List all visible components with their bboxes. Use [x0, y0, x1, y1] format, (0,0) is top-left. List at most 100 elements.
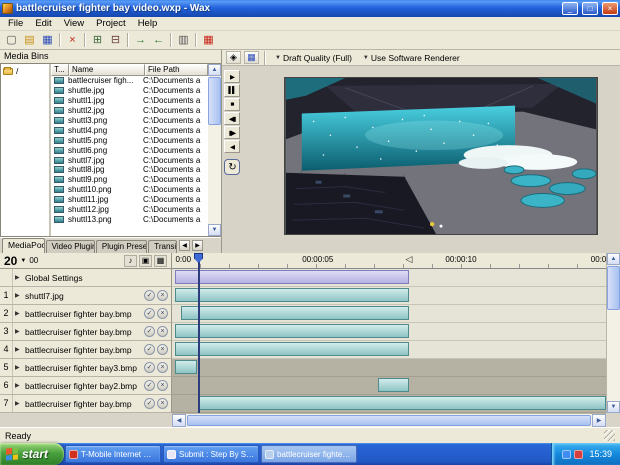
audio-icon[interactable]: ♪ — [124, 255, 137, 267]
scroll-right-icon[interactable]: ▶ — [592, 414, 606, 427]
track-lane[interactable] — [172, 323, 606, 341]
list-item[interactable]: shuttl3.pngC:\Documents a — [51, 116, 208, 126]
chevron-down-icon[interactable]: ▼ — [20, 258, 26, 264]
list-item[interactable]: shuttl8.jpgC:\Documents a — [51, 165, 208, 175]
list-item[interactable]: shuttl13.pngC:\Documents a — [51, 214, 208, 224]
list-item[interactable]: battlecruiser figh...C:\Documents a — [51, 76, 208, 86]
expand-arrow-icon[interactable]: ▶ — [15, 274, 23, 281]
list-item[interactable]: shuttle.jpgC:\Documents a — [51, 86, 208, 96]
track-enable-icon[interactable]: ✓ — [144, 290, 155, 301]
track-enable-icon[interactable]: ✓ — [144, 398, 155, 409]
taskbar-task[interactable]: T-Mobile Internet Ma... — [65, 445, 161, 463]
taskbar-task[interactable]: battlecruiser fighter b... — [261, 445, 357, 463]
track-lane[interactable] — [172, 341, 606, 359]
open-button[interactable]: ▤ — [21, 32, 38, 48]
tab-plugin-presets[interactable]: Plugin Presets — [96, 240, 147, 253]
track-header[interactable]: 4▶battlecruiser fighter bay.bmp✓× — [0, 341, 172, 359]
timeline-clip[interactable] — [181, 306, 409, 320]
column-header[interactable]: Name — [69, 64, 145, 76]
timeline-marker-icon[interactable]: ◁ — [405, 254, 412, 265]
track-enable-icon[interactable]: ✓ — [144, 362, 155, 373]
scrollbar-thumb[interactable] — [187, 415, 591, 426]
tab-scroll-right-icon[interactable]: ▶ — [192, 240, 203, 251]
expand-arrow-icon[interactable]: ▶ — [15, 346, 23, 353]
play-reverse-button[interactable]: ◀ — [224, 140, 240, 153]
menu-item-help[interactable]: Help — [132, 18, 164, 29]
track-delete-icon[interactable]: × — [157, 362, 168, 373]
expand-arrow-icon[interactable]: ▶ — [15, 292, 23, 299]
list-item[interactable]: shuttl12.jpgC:\Documents a — [51, 205, 208, 215]
track-delete-icon[interactable]: × — [157, 398, 168, 409]
scroll-down-icon[interactable]: ▼ — [208, 224, 221, 236]
remove-media-button[interactable]: ⊟ — [107, 32, 124, 48]
track-delete-icon[interactable]: × — [157, 308, 168, 319]
loop-button[interactable]: ↻ — [224, 159, 240, 175]
tab-video-plugins[interactable]: Video Plugins — [46, 240, 95, 253]
timeline-clip[interactable] — [198, 396, 606, 410]
pause-button[interactable]: ▌▌ — [224, 84, 240, 97]
timeline-clip[interactable] — [175, 324, 408, 338]
timeline-clip[interactable] — [175, 360, 197, 374]
playhead-line[interactable] — [198, 261, 200, 413]
scroll-down-icon[interactable]: ▼ — [607, 401, 620, 413]
scroll-up-icon[interactable]: ▲ — [208, 64, 221, 76]
track-enable-icon[interactable]: ✓ — [144, 326, 155, 337]
track-header[interactable]: 5▶battlecruiser fighter bay3.bmp✓× — [0, 359, 172, 377]
renderer-dropdown[interactable]: ▼ Use Software Renderer — [359, 53, 464, 63]
next-frame-button[interactable]: ▮▶ — [224, 126, 240, 139]
column-header[interactable]: T... — [51, 64, 69, 76]
save-frame-icon[interactable]: ▦ — [244, 51, 259, 64]
track-lane[interactable] — [172, 269, 606, 287]
menu-item-view[interactable]: View — [58, 18, 90, 29]
expand-arrow-icon[interactable]: ▶ — [15, 400, 23, 407]
quality-dropdown[interactable]: ▼ Draft Quality (Full) — [271, 53, 356, 63]
render-button[interactable]: ▦ — [200, 32, 217, 48]
export-button[interactable]: ← — [150, 32, 167, 48]
close-button[interactable]: × — [602, 2, 618, 15]
tray-icon[interactable] — [574, 450, 583, 459]
track-delete-icon[interactable]: × — [157, 380, 168, 391]
pan-hand-icon[interactable]: ◈ — [226, 51, 241, 64]
timeline-clip[interactable] — [175, 342, 408, 356]
import-button[interactable]: → — [132, 32, 149, 48]
track-header[interactable]: 6▶battlecruiser fighter bay2.bmp✓× — [0, 377, 172, 395]
frame-icon[interactable]: ▣ — [139, 255, 152, 267]
add-media-button[interactable]: ⊞ — [89, 32, 106, 48]
track-lane[interactable] — [172, 395, 606, 413]
expand-arrow-icon[interactable]: ▶ — [15, 328, 23, 335]
scrollbar-thumb[interactable] — [208, 77, 221, 125]
media-list-scrollbar[interactable]: ▲ ▼ — [208, 64, 221, 236]
timeline-secondary-value[interactable]: 00 — [29, 256, 38, 265]
timeline-zoom-value[interactable]: 20 — [4, 254, 17, 268]
grid-icon[interactable]: ▦ — [154, 255, 167, 267]
track-header[interactable]: 1▶shuttl7.jpg✓× — [0, 287, 172, 305]
taskbar-task[interactable]: Submit : Step By Step... — [163, 445, 259, 463]
timeline-hscrollbar[interactable]: ◀ ▶ — [172, 413, 606, 427]
track-lane[interactable] — [172, 377, 606, 395]
track-header[interactable]: 3▶battlecruiser fighter bay.bmp✓× — [0, 323, 172, 341]
list-item[interactable]: shuttl11.jpgC:\Documents a — [51, 195, 208, 205]
list-item[interactable]: shuttl9.pngC:\Documents a — [51, 175, 208, 185]
menu-item-project[interactable]: Project — [90, 18, 132, 29]
list-item[interactable]: shuttl4.pngC:\Documents a — [51, 125, 208, 135]
start-button[interactable]: start — [0, 443, 64, 465]
list-item[interactable]: shuttl6.pngC:\Documents a — [51, 145, 208, 155]
bin-root-item[interactable]: / — [3, 66, 47, 76]
expand-arrow-icon[interactable]: ▶ — [15, 310, 23, 317]
list-item[interactable]: shuttl2.jpgC:\Documents a — [51, 106, 208, 116]
tab-transi[interactable]: Transi — [148, 240, 177, 253]
maximize-button[interactable]: □ — [582, 2, 598, 15]
expand-arrow-icon[interactable]: ▶ — [15, 382, 23, 389]
scrollbar-thumb[interactable] — [607, 266, 620, 310]
timeline-clip[interactable] — [175, 288, 408, 302]
track-delete-icon[interactable]: × — [157, 344, 168, 355]
track-delete-icon[interactable]: × — [157, 290, 168, 301]
list-item[interactable]: shuttl7.jpgC:\Documents a — [51, 155, 208, 165]
resize-grip-icon[interactable] — [604, 430, 615, 441]
menu-item-file[interactable]: File — [2, 18, 29, 29]
prev-frame-button[interactable]: ◀▮ — [224, 112, 240, 125]
scroll-left-icon[interactable]: ◀ — [172, 414, 186, 427]
list-item[interactable]: shuttl1.jpgC:\Documents a — [51, 96, 208, 106]
track-delete-icon[interactable]: × — [157, 326, 168, 337]
minimize-button[interactable]: _ — [562, 2, 578, 15]
